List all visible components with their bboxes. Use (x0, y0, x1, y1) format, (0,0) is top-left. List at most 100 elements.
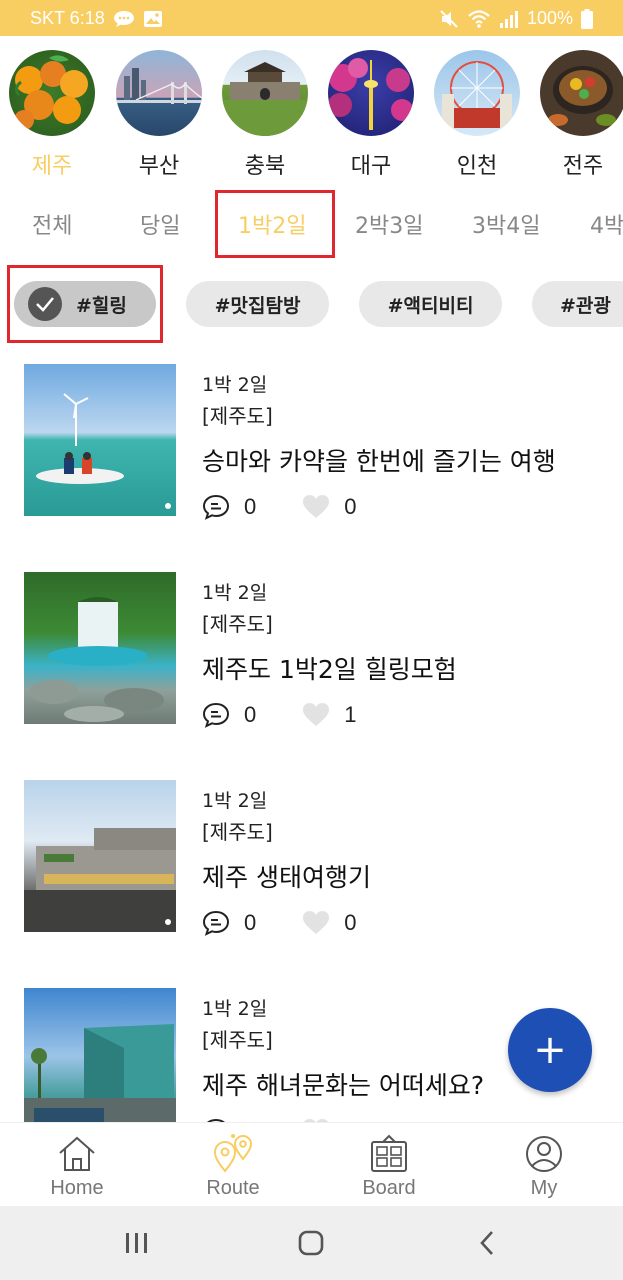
recent-apps-icon (126, 1233, 147, 1253)
hashtag-highlight-box (7, 265, 163, 343)
post-duration: 1박 2일 (202, 374, 268, 396)
comment-icon (202, 910, 230, 936)
message-icon (113, 10, 134, 27)
region-chungbuk[interactable]: 충북 (220, 50, 310, 180)
tangerine-photo (9, 50, 95, 136)
comment-count: 0 (244, 702, 257, 727)
heart-icon[interactable] (302, 910, 330, 936)
hashtag-label: #액티비티 (387, 294, 474, 317)
post-region: [제주도] (202, 404, 273, 428)
comment-count: 0 (244, 494, 257, 519)
comment-count: 0 (244, 910, 257, 935)
back-icon (480, 1231, 493, 1255)
list-item[interactable]: 1박 2일 [제주도] 승마와 카약을 한번에 즐기는 여행 0 0 (0, 364, 623, 524)
plus-icon: + (533, 1027, 567, 1073)
hashtag-activity[interactable]: #액티비티 (359, 281, 502, 327)
hashtag-filters: #힐링 #맛집탐방 #액티비티 #관광 (0, 265, 623, 345)
back-button[interactable] (472, 1228, 502, 1258)
ferris-wheel-photo (434, 50, 520, 136)
region-busan[interactable]: 부산 (114, 50, 204, 180)
post-duration: 1박 2일 (202, 790, 268, 812)
nav-my[interactable]: My (484, 1133, 604, 1200)
status-bar: SKT 6:18 100% (0, 0, 623, 36)
comment-icon (202, 494, 230, 520)
duration-tabs: 전체 당일 1박2일 2박3일 3박4일 4박 (0, 190, 623, 260)
tab-3n4d[interactable]: 3박4일 (472, 208, 540, 240)
heart-icon[interactable] (302, 494, 330, 520)
home-icon (17, 1133, 137, 1175)
tab-2n3d[interactable]: 2박3일 (355, 208, 423, 240)
region-jeju[interactable]: 제주 (7, 50, 97, 180)
post-list: 1박 2일 [제주도] 승마와 카약을 한번에 즐기는 여행 0 0 1박 2일… (0, 362, 623, 1122)
tab-highlight-box (215, 190, 335, 258)
heart-icon[interactable] (302, 702, 330, 728)
like-count: 0 (344, 910, 357, 935)
list-item[interactable]: 1박 2일 [제주도] 제주도 1박2일 힐링모험 0 1 (0, 572, 623, 732)
tab-day-trip[interactable]: 당일 (140, 208, 180, 240)
region-incheon[interactable]: 인천 (432, 50, 522, 180)
board-icon (329, 1133, 449, 1175)
add-post-button[interactable]: + (508, 1008, 592, 1092)
post-region: [제주도] (202, 612, 273, 636)
post-meta: 0 1 (202, 700, 357, 730)
gallery-icon (143, 10, 162, 27)
eco-building-photo (24, 780, 176, 932)
nav-home[interactable]: Home (17, 1133, 137, 1200)
wifi-icon (468, 9, 490, 28)
region-label: 부산 (138, 154, 180, 179)
nav-route[interactable]: Route (173, 1133, 293, 1200)
post-meta: 0 0 (202, 492, 357, 522)
mute-icon (440, 9, 458, 28)
nav-label: Board (362, 1177, 416, 1199)
region-selector: 제주 부산 충북 대구 인천 전주 (0, 50, 623, 180)
museum-photo (24, 988, 176, 1122)
region-label: 제주 (31, 154, 73, 179)
waterfall-photo (24, 572, 176, 724)
region-label: 충북 (244, 154, 286, 179)
hashtag-label: #맛집탐방 (214, 294, 301, 317)
post-region: [제주도] (202, 820, 273, 844)
nav-label: Home (50, 1177, 104, 1199)
region-jeonju[interactable]: 전주 (538, 50, 623, 180)
signal-icon (499, 10, 518, 28)
system-navigation-bar (0, 1206, 623, 1280)
post-region: [제주도] (202, 1028, 273, 1052)
status-left: SKT 6:18 (30, 8, 163, 29)
bridge-photo (116, 50, 202, 136)
region-daegu[interactable]: 대구 (326, 50, 416, 180)
carrier-time: SKT 6:18 (30, 8, 105, 28)
battery-text: 100% (526, 8, 573, 28)
hashtag-food-tour[interactable]: #맛집탐방 (186, 281, 329, 327)
nav-label: My (530, 1177, 558, 1199)
comment-icon (202, 702, 230, 728)
post-duration: 1박 2일 (202, 582, 268, 604)
recent-apps-button[interactable] (122, 1228, 152, 1258)
like-count: 1 (344, 702, 357, 727)
bottom-navigation: Home Route Board My (0, 1122, 623, 1206)
tower-photo (328, 50, 414, 136)
hashtag-sightseeing[interactable]: #관광 (532, 281, 623, 327)
status-right: 100% (439, 8, 593, 29)
user-icon (484, 1133, 604, 1175)
list-item[interactable]: 1박 2일 [제주도] 제주 생태여행기 0 0 (0, 780, 623, 940)
bibimbap-photo (540, 50, 623, 136)
region-label: 전주 (562, 154, 604, 179)
region-label: 인천 (456, 154, 498, 179)
tab-4n[interactable]: 4박 (590, 208, 623, 240)
tab-all[interactable]: 전체 (32, 208, 72, 240)
nav-label: Route (206, 1177, 260, 1199)
post-meta: 0 0 (202, 908, 357, 938)
post-title: 제주 해녀문화는 어떠세요? (202, 1071, 485, 1100)
fortress-photo (222, 50, 308, 136)
post-title: 제주 생태여행기 (202, 863, 371, 892)
home-circle-icon (298, 1230, 324, 1256)
post-title: 제주도 1박2일 힐링모험 (202, 655, 457, 684)
nav-board[interactable]: Board (329, 1133, 449, 1200)
region-label: 대구 (350, 154, 392, 179)
home-button[interactable] (295, 1228, 327, 1258)
battery-icon (581, 8, 593, 29)
kayak-photo (24, 364, 176, 516)
post-title: 승마와 카약을 한번에 즐기는 여행 (202, 447, 556, 476)
like-count: 0 (344, 494, 357, 519)
post-duration: 1박 2일 (202, 998, 268, 1020)
